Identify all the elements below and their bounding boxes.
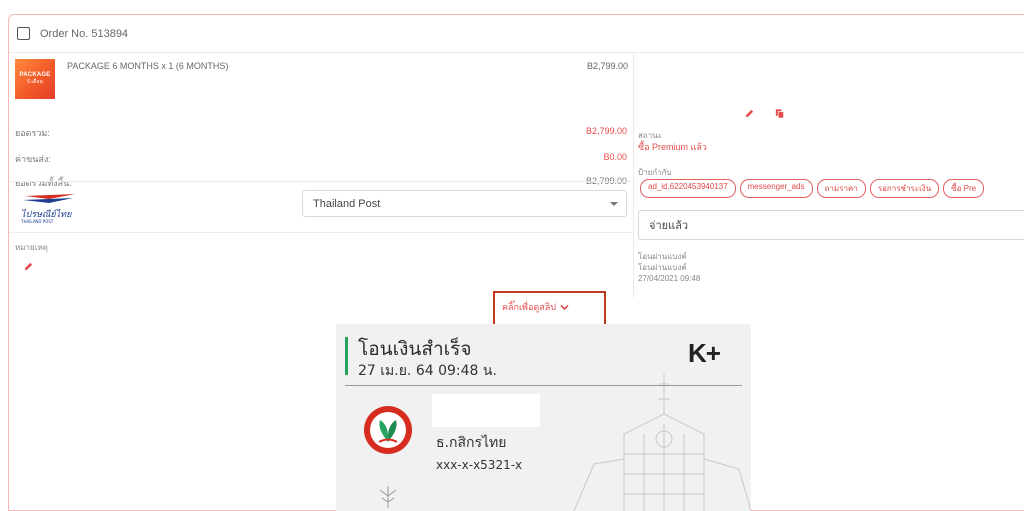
payment-status-value: จ่ายแล้ว bbox=[649, 220, 689, 232]
payment-method-line-1: โอนผ่านแบงค์ bbox=[638, 252, 687, 261]
bank-name: ธ.กสิกรไทย bbox=[436, 435, 507, 451]
slip-datetime: 27 เม.ย. 64 09:48 น. bbox=[358, 363, 497, 379]
redacted-name-block bbox=[432, 394, 540, 427]
shipping-cost-label: ค่าขนส่ง: bbox=[15, 154, 51, 164]
tag-chip[interactable]: ถามราคา bbox=[816, 179, 866, 198]
note-label: หมายเหตุ bbox=[15, 243, 48, 252]
account-number: xxx-x-x5321-x bbox=[436, 458, 523, 472]
tag-chip[interactable]: ซื้อ Pre bbox=[943, 179, 985, 198]
copy-icon[interactable] bbox=[774, 108, 785, 119]
tag-chip[interactable]: messenger_ads bbox=[739, 179, 813, 198]
shipping-carrier-select[interactable]: Thailand Post bbox=[302, 190, 627, 217]
sprout-icon bbox=[379, 486, 397, 508]
order-number: Order No. 513894 bbox=[40, 27, 129, 40]
edit-note-pencil-icon[interactable] bbox=[23, 261, 34, 272]
subtotal-value: B2,799.00 bbox=[585, 126, 627, 136]
product-thumbnail: PACKAGE 6 เดือน bbox=[15, 59, 55, 99]
payment-info: โอนผ่านแบงค์ โอนผ่านแบงค์ 27/04/2021 09:… bbox=[638, 251, 700, 284]
tag-chip[interactable]: รอการชำระเงิน bbox=[869, 179, 940, 198]
order-details-panel: PACKAGE 6 เดือน PACKAGE 6 MONTHS x 1 (6 … bbox=[9, 53, 634, 298]
thailand-post-logo: ไปรษณีย์ไทย THAILAND POST bbox=[20, 194, 75, 224]
edit-pencil-icon[interactable] bbox=[744, 108, 755, 119]
product-name: PACKAGE 6 MONTHS x 1 (6 MONTHS) bbox=[67, 61, 229, 71]
slip-accent-bar bbox=[345, 337, 348, 375]
shipping-carrier-value: Thailand Post bbox=[313, 197, 381, 210]
subtotal-row: ยอดรวม: B2,799.00 bbox=[15, 126, 627, 140]
carrier-logo-sub: THAILAND POST bbox=[20, 219, 54, 224]
product-price: B2,799.00 bbox=[586, 61, 628, 71]
order-select-checkbox[interactable] bbox=[17, 27, 30, 40]
payment-status-field[interactable]: จ่ายแล้ว bbox=[638, 210, 1024, 240]
shipping-row: ไปรษณีย์ไทย THAILAND POST Thailand Post bbox=[9, 181, 634, 233]
tags-label: ป้ายกำกับ bbox=[638, 168, 672, 177]
tag-list: ad_id.6220453940137 messenger_ads ถามราค… bbox=[640, 179, 985, 198]
kasikorn-bank-logo bbox=[364, 406, 412, 454]
select-caret-icon bbox=[610, 202, 618, 206]
order-header: Order No. 513894 bbox=[9, 15, 1024, 53]
product-row: PACKAGE 6 เดือน PACKAGE 6 MONTHS x 1 (6 … bbox=[9, 53, 634, 105]
transfer-slip-image: โอนเงินสำเร็จ 27 เม.ย. 64 09:48 น. K+ ธ.… bbox=[336, 324, 751, 511]
tag-chip[interactable]: ad_id.6220453940137 bbox=[640, 179, 736, 198]
order-status-panel: สถานะ ซื้อ Premium แล้ว ป้ายกำกับ ad_id.… bbox=[634, 53, 1024, 298]
shipping-cost-row: ค่าขนส่ง: B0.00 bbox=[15, 152, 627, 166]
status-value: ซื้อ Premium แล้ว bbox=[638, 142, 707, 152]
shipping-cost-value: B0.00 bbox=[603, 152, 627, 162]
slip-divider bbox=[345, 385, 742, 386]
subtotal-label: ยอดรวม: bbox=[15, 128, 50, 138]
building-watermark-illustration bbox=[573, 374, 751, 511]
payment-method-line-2: โอนผ่านแบงค์ bbox=[638, 263, 687, 272]
payment-datetime: 27/04/2021 09:48 bbox=[638, 274, 701, 283]
thumbnail-line-2: 6 เดือน bbox=[27, 79, 43, 85]
kplus-logo: K+ bbox=[688, 338, 721, 368]
